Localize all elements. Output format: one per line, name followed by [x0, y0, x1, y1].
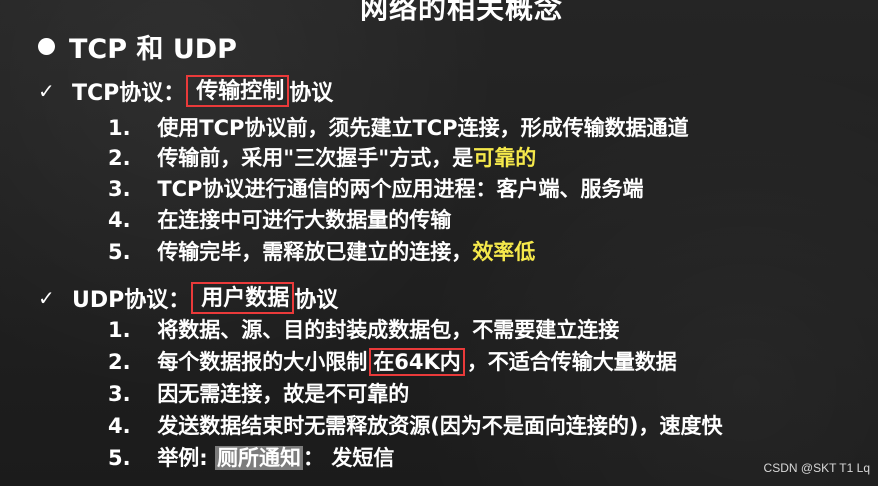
list-text-before: 举例: [157, 446, 216, 470]
bullet-dot-icon [38, 38, 55, 55]
checkmark-icon: ✓ [38, 286, 55, 311]
udp-boxed-term: 用户数据 [191, 282, 295, 315]
list-text-before: 每个数据报的大小限制 [157, 350, 368, 374]
list-number: 2. [108, 350, 131, 374]
tcp-suffix: 协议 [289, 81, 334, 107]
list-text-after: ： 发短信 [303, 446, 395, 470]
grey-highlight-text: 厕所通知 [215, 446, 304, 470]
heading-text: TCP 和 UDP [69, 34, 237, 65]
list-number: 1. [108, 318, 131, 342]
list-number: 4. [108, 208, 131, 232]
udp-item-4: 4. 发送数据结束时无需释放资源(因为不是面向连接的)，速度快 [108, 410, 723, 440]
list-text: 使用TCP协议前，须先建立TCP连接，形成传输数据通道 [157, 116, 689, 140]
slide-canvas: 网络的相关概念 TCP 和 UDP ✓ TCP协议： 传输控制 协议 1. 使用… [0, 0, 878, 486]
list-number: 3. [108, 382, 131, 406]
section-heading: TCP 和 UDP [38, 27, 237, 66]
list-text: 传输完毕，需释放已建立的连接， [157, 240, 473, 264]
list-number: 1. [108, 116, 131, 140]
tcp-item-2: 2. 传输前，采用"三次握手"方式，是可靠的 [108, 142, 536, 172]
list-text: TCP协议进行通信的两个应用进程：客户端、服务端 [157, 177, 644, 201]
udp-item-3: 3. 因无需连接，故是不可靠的 [108, 378, 409, 408]
list-number: 2. [108, 146, 131, 170]
list-number: 5. [108, 446, 131, 470]
udp-section-title: ✓ UDP协议： 用户数据 协议 [38, 282, 339, 315]
tcp-item-5: 5. 传输完毕，需释放已建立的连接，效率低 [108, 236, 535, 266]
tcp-section-title: ✓ TCP协议： 传输控制 协议 [38, 75, 334, 108]
highlight-text: 可靠的 [473, 146, 537, 170]
list-text-after: ，不适合传输大量数据 [466, 350, 677, 374]
udp-prefix: UDP协议： [72, 288, 191, 314]
udp-item-5: 5. 举例: 厕所通知： 发短信 [108, 442, 394, 472]
boxed-limit-text: 在64K内 [369, 348, 465, 376]
tcp-item-3: 3. TCP协议进行通信的两个应用进程：客户端、服务端 [108, 173, 643, 203]
list-number: 4. [108, 414, 131, 438]
list-text: 发送数据结束时无需释放资源(因为不是面向连接的)，速度快 [157, 414, 723, 438]
list-text: 将数据、源、目的封装成数据包，不需要建立连接 [157, 318, 620, 342]
list-text: 传输前，采用"三次握手"方式，是 [157, 146, 474, 170]
checkmark-icon: ✓ [38, 79, 55, 104]
tcp-boxed-term: 传输控制 [186, 75, 290, 108]
udp-item-2: 2. 每个数据报的大小限制 在64K内 ，不适合传输大量数据 [108, 346, 677, 376]
udp-suffix: 协议 [294, 288, 339, 314]
list-number: 5. [108, 240, 131, 264]
tcp-item-1: 1. 使用TCP协议前，须先建立TCP连接，形成传输数据通道 [108, 112, 689, 142]
tcp-prefix: TCP协议： [72, 81, 186, 107]
udp-item-1: 1. 将数据、源、目的封装成数据包，不需要建立连接 [108, 314, 619, 344]
watermark: CSDN @SKT T1 Lq [763, 461, 870, 475]
slide-title: 网络的相关概念 [360, 0, 564, 25]
list-number: 3. [108, 177, 131, 201]
list-text: 在连接中可进行大数据量的传输 [157, 208, 452, 232]
list-text: 因无需连接，故是不可靠的 [157, 382, 410, 406]
tcp-item-4: 4. 在连接中可进行大数据量的传输 [108, 204, 451, 234]
highlight-text: 效率低 [472, 240, 536, 264]
